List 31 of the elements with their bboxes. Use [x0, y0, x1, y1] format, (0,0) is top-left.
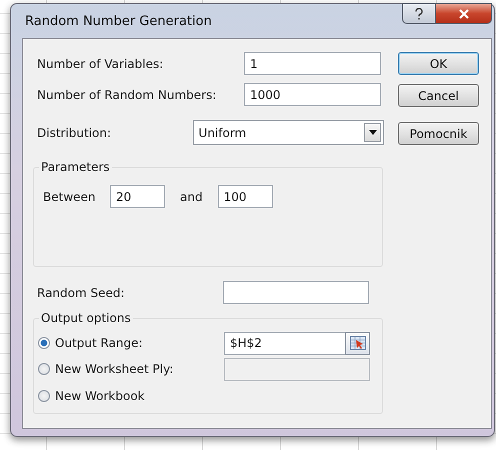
dialog-button[interactable]: Pomocnik: [398, 122, 479, 145]
field-label: Between: [43, 190, 97, 204]
distribution-dropdown[interactable]: Uniform: [192, 120, 384, 145]
text-field[interactable]: 1000: [244, 83, 381, 106]
field-label: Number of Variables:: [37, 56, 164, 70]
text-field[interactable]: 20: [110, 185, 165, 208]
range-picker-button[interactable]: [345, 332, 370, 354]
radio-button[interactable]: [38, 390, 50, 402]
help-icon: [414, 8, 424, 20]
field-label: and: [180, 190, 203, 204]
text-field[interactable]: 1: [244, 52, 381, 75]
text-field[interactable]: $H$2: [224, 332, 345, 354]
field-label: Distribution:: [37, 126, 112, 140]
group-title: Parameters: [39, 160, 112, 174]
option-label: Output Range:: [55, 336, 144, 350]
help-button[interactable]: [402, 3, 436, 24]
close-icon: [458, 8, 470, 18]
dropdown-arrow-icon: [368, 130, 376, 135]
window-title: Random Number Generation: [25, 14, 212, 28]
group-title: Output options: [39, 311, 133, 325]
text-field[interactable]: 100: [218, 185, 273, 208]
dialog-button[interactable]: Cancel: [398, 84, 479, 107]
field-label: Number of Random Numbers:: [37, 88, 218, 102]
field-label: Random Seed:: [37, 286, 126, 300]
radio-button[interactable]: [38, 337, 50, 349]
text-field[interactable]: [223, 281, 369, 304]
range-select-icon: [350, 336, 366, 350]
option-label: New Worksheet Ply:: [55, 362, 174, 376]
dialog-button[interactable]: OK: [398, 52, 479, 75]
option-label: New Workbook: [55, 389, 146, 403]
close-button[interactable]: [436, 3, 492, 24]
